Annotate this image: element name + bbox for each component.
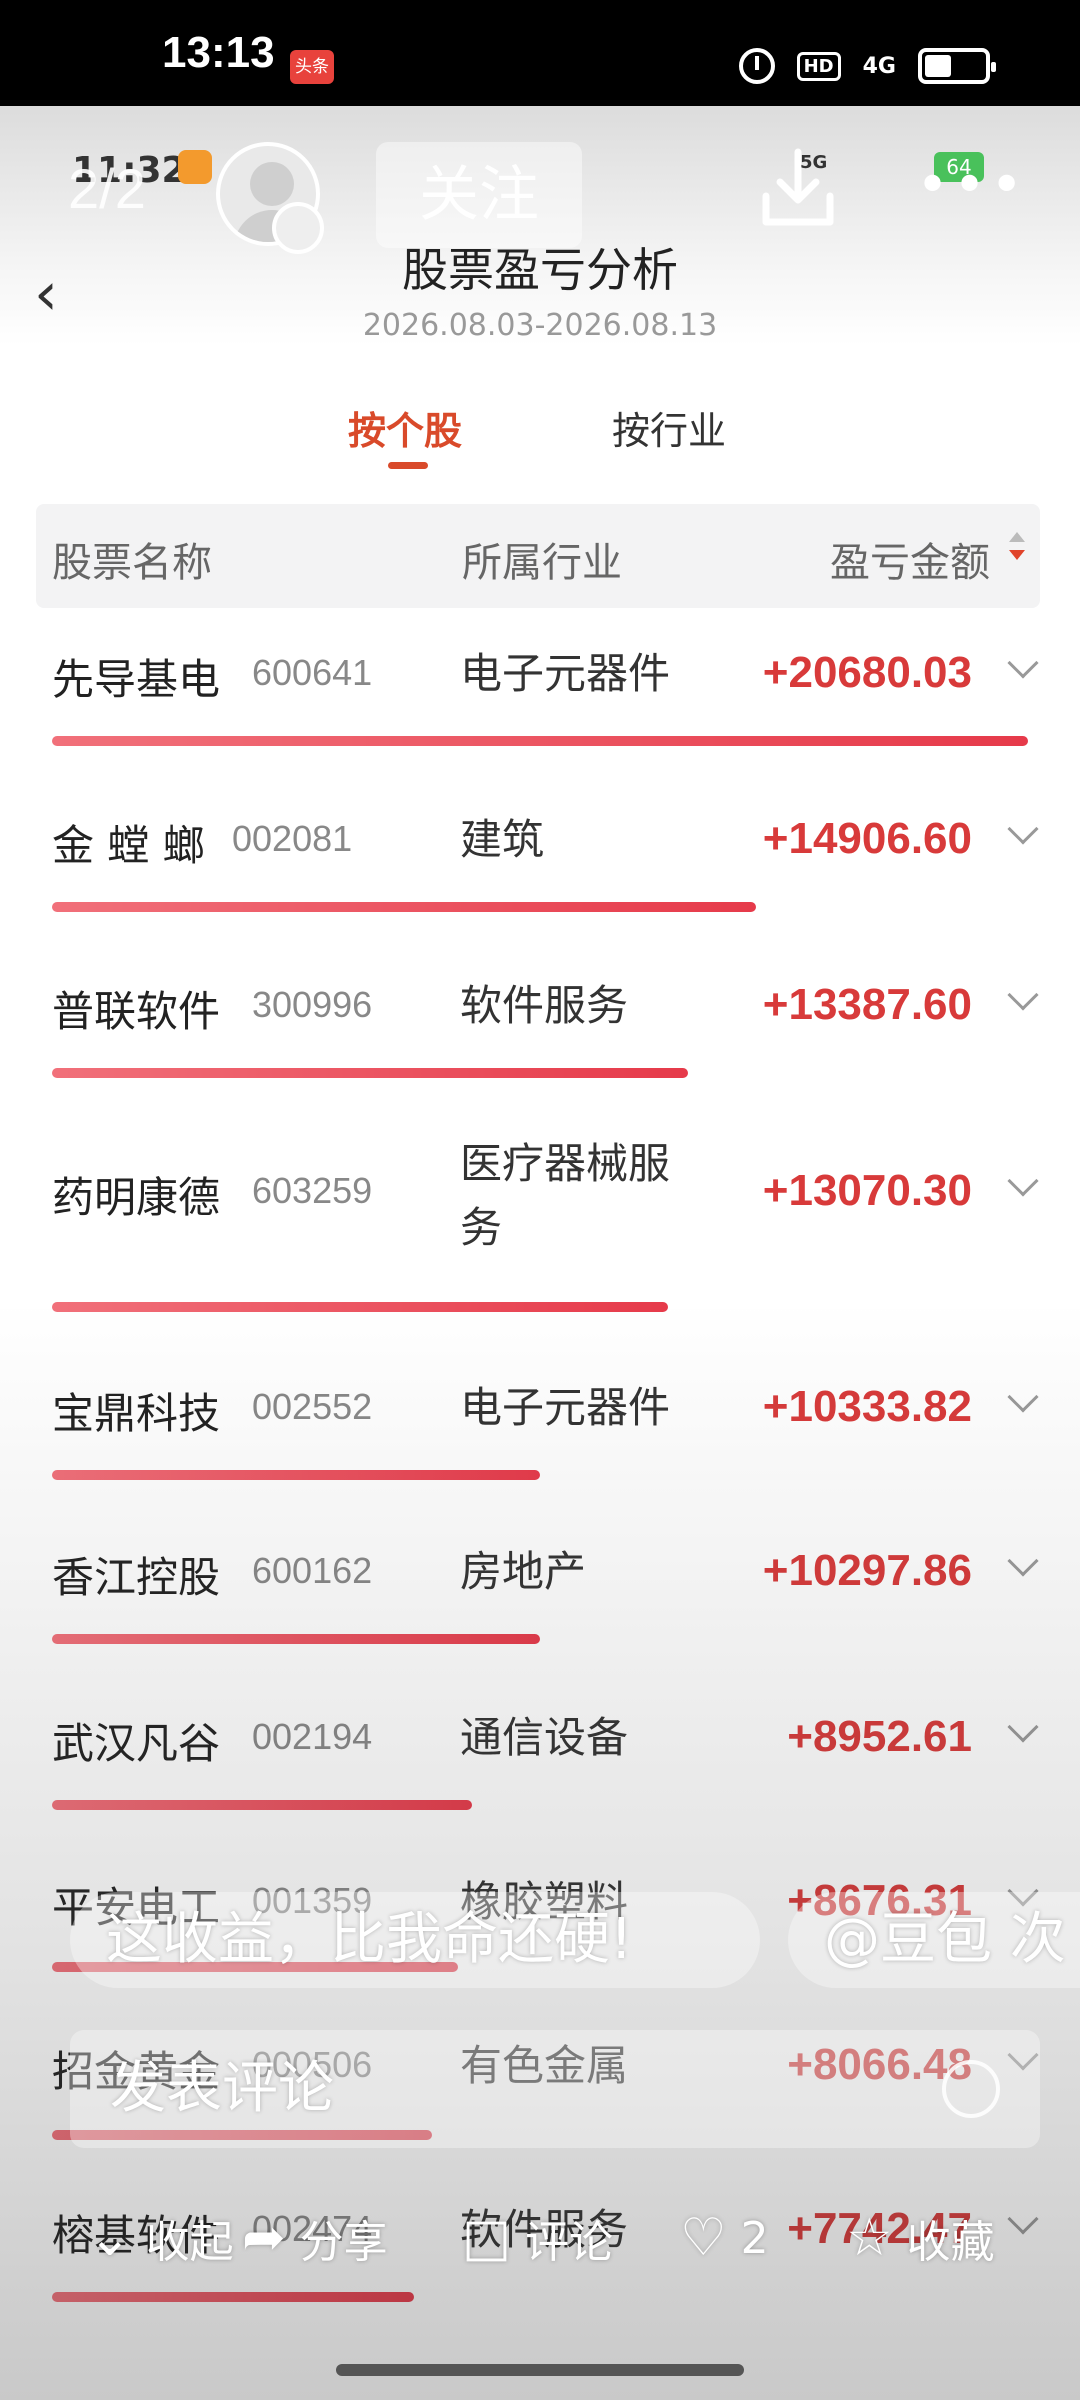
stock-code: 603259 xyxy=(252,1170,373,1211)
stock-name: 先导基电 xyxy=(52,655,221,704)
share-icon: ➦ xyxy=(242,2208,286,2268)
tab-by-industry[interactable]: 按行业 xyxy=(612,400,726,455)
sort-icon[interactable] xyxy=(1008,530,1026,570)
status-icons: HD 4G xyxy=(738,44,996,88)
table-row[interactable]: 宝鼎科技 002552 电子元器件 +10333.82 xyxy=(0,1334,1080,1498)
page-counter: 2/2 xyxy=(68,157,146,220)
collapse-label: 收起 xyxy=(145,2217,234,2268)
comment-button[interactable]: □ 评论 xyxy=(462,2188,613,2288)
favorite-label: 收藏 xyxy=(906,2217,995,2268)
table-header: 股票名称 所属行业 盈亏金额 xyxy=(36,504,1040,608)
inner-app-icon xyxy=(178,150,212,184)
chevron-down-icon: ⌄ xyxy=(88,2208,132,2268)
profit-bar xyxy=(52,1634,540,1644)
stock-code: 600641 xyxy=(252,652,373,693)
comment-icon: □ xyxy=(462,2208,512,2268)
stock-industry: 电子元器件 xyxy=(460,1383,671,1432)
profit-amount: +13387.60 xyxy=(762,980,972,1029)
danmaku-comment[interactable]: @豆包 次 xyxy=(788,1892,1080,1988)
stock-code: 002194 xyxy=(252,1716,373,1757)
active-tab-indicator xyxy=(388,462,428,469)
home-indicator[interactable] xyxy=(336,2364,744,2376)
profit-amount: +20680.03 xyxy=(762,648,972,697)
stock-name: 宝鼎科技 xyxy=(52,1389,221,1438)
stock-name: 金 螳 螂 xyxy=(52,821,205,870)
inner-signal-icon: 5G xyxy=(800,152,828,173)
profit-amount: +10333.82 xyxy=(762,1382,972,1431)
hd-icon: HD xyxy=(796,51,841,81)
share-label: 分享 xyxy=(299,2217,388,2268)
stock-industry: 软件服务 xyxy=(460,981,629,1030)
battery-icon xyxy=(918,48,996,84)
profit-amount: +8952.61 xyxy=(787,1712,972,1761)
tab-bar: 按个股 按行业 xyxy=(0,400,1080,470)
stock-code: 600162 xyxy=(252,1550,373,1591)
stock-name: 药明康德 xyxy=(52,1173,221,1222)
tab-by-stock[interactable]: 按个股 xyxy=(348,400,462,455)
more-icon[interactable]: ••• xyxy=(916,158,1027,214)
chevron-down-icon[interactable] xyxy=(1007,647,1039,679)
stock-code: 002081 xyxy=(232,818,353,859)
chevron-down-icon[interactable] xyxy=(1007,979,1039,1011)
toutiao-app-icon: 头条 xyxy=(290,50,334,84)
chevron-down-icon[interactable] xyxy=(1007,1381,1039,1413)
network-4g-icon: 4G xyxy=(862,53,896,79)
stock-name: 普联软件 xyxy=(52,987,221,1036)
stock-industry: 通信设备 xyxy=(460,1713,629,1762)
table-row[interactable]: 药明康德 603259 医疗器械服务 +13070.30 xyxy=(0,1100,1080,1334)
like-button[interactable]: ♡ 2 xyxy=(680,2188,769,2288)
follow-button[interactable]: 关注 xyxy=(376,142,582,248)
chevron-down-icon[interactable] xyxy=(1007,813,1039,845)
heart-icon: ♡ xyxy=(680,2208,727,2268)
star-icon: ☆ xyxy=(846,2208,893,2268)
header-profit-amount[interactable]: 盈亏金额 xyxy=(830,530,990,588)
profit-amount: +14906.60 xyxy=(762,814,972,863)
favorite-button[interactable]: ☆ 收藏 xyxy=(846,2188,995,2288)
profit-bar xyxy=(52,1302,668,1312)
table-row[interactable]: 香江控股 600162 房地产 +10297.86 xyxy=(0,1498,1080,1662)
alarm-icon xyxy=(738,48,775,84)
chevron-down-icon[interactable] xyxy=(1007,1165,1039,1197)
profit-bar xyxy=(52,2292,414,2302)
page-title: 股票盈亏分析 xyxy=(402,243,678,297)
profit-amount: +13070.30 xyxy=(762,1166,972,1215)
comment-placeholder: 发表评论 xyxy=(110,2056,334,2121)
stock-code: 300996 xyxy=(252,984,373,1025)
like-count: 2 xyxy=(740,2212,769,2264)
header-industry: 所属行业 xyxy=(462,540,622,586)
profit-bar xyxy=(52,1800,472,1810)
profit-bar xyxy=(52,1470,540,1480)
stock-code: 002552 xyxy=(252,1386,373,1427)
table-row[interactable]: 武汉凡谷 002194 通信设备 +8952.61 xyxy=(0,1662,1080,1826)
stock-industry: 医疗器械服务 xyxy=(460,1139,671,1252)
profit-bar xyxy=(52,902,756,912)
profit-bar xyxy=(52,1068,688,1078)
stock-industry: 建筑 xyxy=(460,815,545,864)
profit-amount: +10297.86 xyxy=(762,1546,972,1595)
chevron-down-icon[interactable] xyxy=(1007,1545,1039,1577)
stock-industry: 电子元器件 xyxy=(460,649,671,698)
stock-industry: 房地产 xyxy=(460,1547,587,1596)
table-row[interactable]: 金 螳 螂 002081 建筑 +14906.60 xyxy=(0,772,1080,936)
header-stock-name: 股票名称 xyxy=(52,540,212,586)
status-bar: 13:13 头条 HD 4G xyxy=(0,0,1080,106)
table-row[interactable]: 先导基电 600641 电子元器件 +20680.03 xyxy=(0,608,1080,772)
share-button[interactable]: ➦ 分享 xyxy=(242,2188,388,2288)
table-row[interactable]: 普联软件 300996 软件服务 +13387.60 xyxy=(0,936,1080,1100)
status-time: 13:13 xyxy=(162,28,275,77)
profit-bar xyxy=(52,736,1028,746)
stock-name: 武汉凡谷 xyxy=(52,1719,221,1768)
chevron-down-icon[interactable] xyxy=(1007,1711,1039,1743)
action-bar: ⌄ 收起 ➦ 分享 □ 评论 ♡ 2 ☆ 收藏 xyxy=(0,2188,1080,2288)
date-range: 2026.08.03-2026.08.13 xyxy=(362,308,718,343)
collapse-button[interactable]: ⌄ 收起 xyxy=(88,2188,234,2288)
emoji-icon[interactable] xyxy=(942,2060,1000,2118)
page-header: 11:32 2/2 关注 5G 64 ••• ‹ 股票盈亏分析 2026.08.… xyxy=(0,106,1080,346)
comment-input[interactable]: 发表评论 xyxy=(70,2030,1040,2148)
stock-name: 香江控股 xyxy=(52,1553,221,1602)
comment-label: 评论 xyxy=(525,2217,614,2268)
danmaku-comment[interactable]: 这收益，比我命还硬! xyxy=(70,1892,760,1988)
